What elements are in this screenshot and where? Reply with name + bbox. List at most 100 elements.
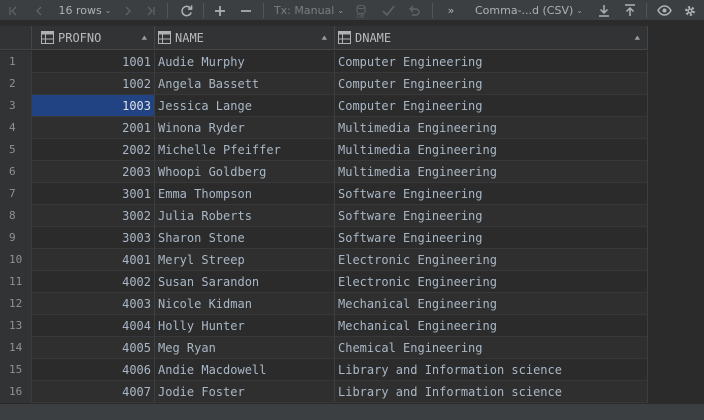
rollback-icon[interactable] [404,0,424,21]
cell-dname[interactable]: Multimedia Engineering [335,139,648,161]
export-download-icon[interactable] [594,0,614,21]
cell-name[interactable]: Meg Ryan [155,337,335,359]
cell-dname[interactable]: Mechanical Engineering [335,315,648,337]
rows-count-dropdown[interactable]: 16 rows ⌄ [55,0,115,21]
cell-profno[interactable]: 3001 [32,183,155,205]
cell-profno[interactable]: 2003 [32,161,155,183]
cell-profno[interactable]: 1002 [32,73,155,95]
column-header-profno[interactable]: PROFNO ▲ [32,26,155,50]
cell-dname[interactable]: Library and Information science [335,359,648,381]
previous-page-icon[interactable] [30,0,48,21]
table-row[interactable]: 4 2001 Winona Ryder Multimedia Engineering [0,117,648,139]
export-format-dropdown[interactable]: Comma-...d (CSV) ⌄ [470,0,588,21]
cell-profno[interactable]: 2001 [32,117,155,139]
row-number[interactable]: 4 [0,117,32,139]
cell-profno[interactable]: 4002 [32,271,155,293]
cell-dname[interactable]: Software Engineering [335,227,648,249]
row-number[interactable]: 6 [0,161,32,183]
table-row[interactable]: 8 3002 Julia Roberts Software Engineering [0,205,648,227]
cell-name[interactable]: Michelle Pfeiffer [155,139,335,161]
cell-profno[interactable]: 1003 [32,95,155,117]
table-row[interactable]: 12 4003 Nicole Kidman Mechanical Engineerin… [0,293,648,315]
row-number[interactable]: 7 [0,183,32,205]
row-number-header[interactable] [0,26,32,50]
cell-name[interactable]: Holly Hunter [155,315,335,337]
row-number[interactable]: 5 [0,139,32,161]
row-number[interactable]: 10 [0,249,32,271]
settings-gear-icon[interactable] [680,0,700,21]
table-row[interactable]: 16 4007 Jodie Foster Library and Informatio… [0,381,648,403]
refresh-icon[interactable] [176,0,196,21]
next-page-icon[interactable] [120,0,136,21]
cell-name[interactable]: Sharon Stone [155,227,335,249]
cell-name[interactable]: Meryl Streep [155,249,335,271]
more-actions-icon[interactable]: » [444,0,458,21]
cell-dname[interactable]: Mechanical Engineering [335,293,648,315]
cell-name[interactable]: Audie Murphy [155,51,335,73]
row-number[interactable]: 11 [0,271,32,293]
cell-name[interactable]: Andie Macdowell [155,359,335,381]
cell-dname[interactable]: Computer Engineering [335,95,648,117]
table-row[interactable]: 7 3001 Emma Thompson Software Engineering [0,183,648,205]
cell-profno[interactable]: 1001 [32,51,155,73]
row-number[interactable]: 15 [0,359,32,381]
cell-dname[interactable]: Electronic Engineering [335,271,648,293]
db-commit-icon[interactable]: DB [352,0,370,21]
last-page-icon[interactable] [142,0,160,21]
table-row[interactable]: 5 2002 Michelle Pfeiffer Multimedia Enginee… [0,139,648,161]
row-number[interactable]: 3 [0,95,32,117]
cell-dname[interactable]: Software Engineering [335,205,648,227]
table-row[interactable]: 11 4002 Susan Sarandon Electronic Engineeri… [0,271,648,293]
cell-dname[interactable]: Multimedia Engineering [335,161,648,183]
cell-name[interactable]: Julia Roberts [155,205,335,227]
cell-dname[interactable]: Computer Engineering [335,73,648,95]
table-row[interactable]: 13 4004 Holly Hunter Mechanical Engineering [0,315,648,337]
transaction-mode-dropdown[interactable]: Tx: Manual ⌄ [272,0,346,21]
cell-dname[interactable]: Library and Information science [335,381,648,403]
table-row[interactable]: 14 4005 Meg Ryan Chemical Engineering [0,337,648,359]
table-row[interactable]: 10 4001 Meryl Streep Electronic Engineering [0,249,648,271]
row-number[interactable]: 16 [0,381,32,403]
cell-name[interactable]: Angela Bassett [155,73,335,95]
cell-name[interactable]: Whoopi Goldberg [155,161,335,183]
cell-profno[interactable]: 4007 [32,381,155,403]
delete-row-icon[interactable] [236,0,256,21]
cell-dname[interactable]: Chemical Engineering [335,337,648,359]
cell-dname[interactable]: Computer Engineering [335,51,648,73]
cell-profno[interactable]: 2002 [32,139,155,161]
sort-icon[interactable]: ▲ [635,34,640,42]
cell-profno[interactable]: 3003 [32,227,155,249]
cell-dname[interactable]: Software Engineering [335,183,648,205]
table-row[interactable]: 6 2003 Whoopi Goldberg Multimedia Engineeri… [0,161,648,183]
table-row[interactable]: 15 4006 Andie Macdowell Library and Informa… [0,359,648,381]
cell-name[interactable]: Jodie Foster [155,381,335,403]
table-row[interactable]: 1 1001 Audie Murphy Computer Engineering [0,51,648,73]
row-number[interactable]: 2 [0,73,32,95]
first-page-icon[interactable] [4,0,22,21]
cell-name[interactable]: Winona Ryder [155,117,335,139]
cell-profno[interactable]: 4005 [32,337,155,359]
row-number[interactable]: 8 [0,205,32,227]
row-number[interactable]: 13 [0,315,32,337]
table-row[interactable]: 2 1002 Angela Bassett Computer Engineering [0,73,648,95]
table-row[interactable]: 9 3003 Sharon Stone Software Engineering [0,227,648,249]
row-number[interactable]: 9 [0,227,32,249]
column-header-name[interactable]: NAME ▲ [155,26,335,50]
sort-icon[interactable]: ▲ [142,34,147,42]
cell-profno[interactable]: 3002 [32,205,155,227]
cell-profno[interactable]: 4006 [32,359,155,381]
commit-check-icon[interactable] [378,0,398,21]
cell-name[interactable]: Susan Sarandon [155,271,335,293]
cell-profno[interactable]: 4003 [32,293,155,315]
horizontal-scrollbar[interactable] [0,404,704,420]
row-number[interactable]: 1 [0,51,32,73]
table-row[interactable]: 3 1003 Jessica Lange Computer Engineering [0,95,648,117]
cell-profno[interactable]: 4001 [32,249,155,271]
cell-name[interactable]: Jessica Lange [155,95,335,117]
import-upload-icon[interactable] [620,0,640,21]
row-number[interactable]: 14 [0,337,32,359]
row-number[interactable]: 12 [0,293,32,315]
cell-name[interactable]: Emma Thompson [155,183,335,205]
add-row-icon[interactable] [210,0,230,21]
vertical-scrollbar[interactable] [693,26,702,398]
